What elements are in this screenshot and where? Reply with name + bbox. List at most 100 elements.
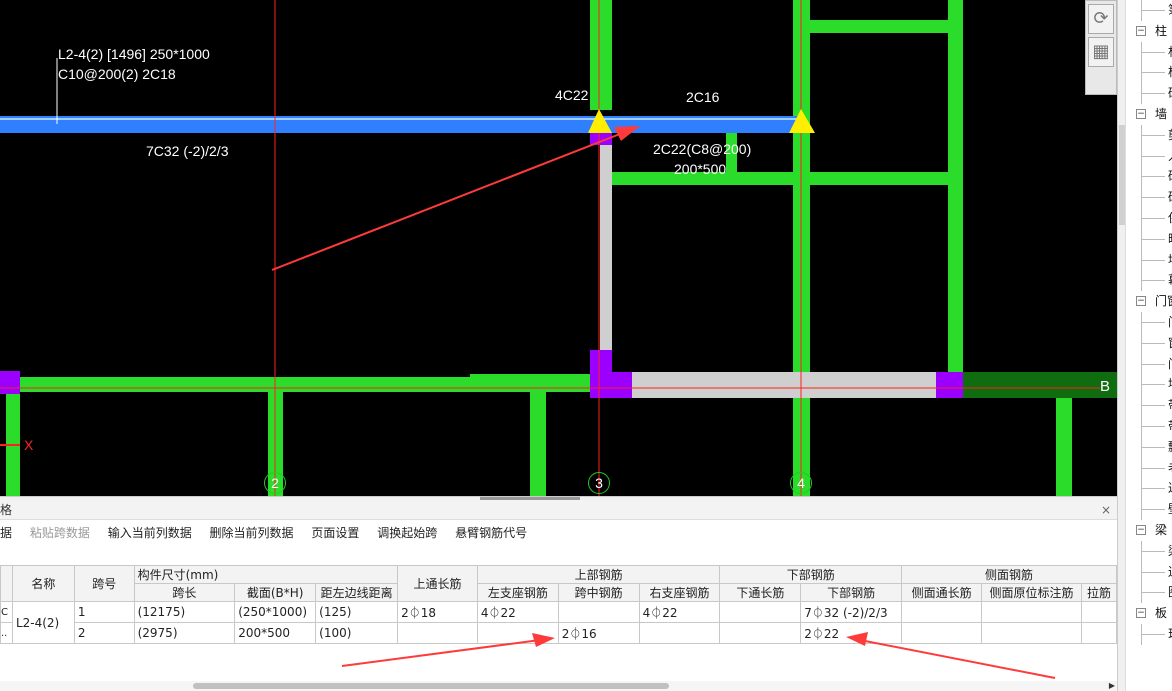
tree-item-label: 墙 [1168,250,1172,270]
grid-view-icon[interactable]: ▦ [1088,37,1114,67]
tree-item-label: 人 [1168,146,1172,166]
tree-group-label: 板 [1155,606,1168,621]
tree-scrollbar[interactable] [1118,0,1126,691]
wall-bottom-left-top [470,374,590,380]
tree-connector [1141,72,1165,74]
tree-item-label: 带 [1168,395,1172,415]
wall-mid-stub [530,392,546,496]
component-tree-panel: 箓−柱杜构砧−墙剪人砧砧保暗墙幕−门窗门窗门墙带带飘老过壁−梁梁连圈−板现 [1117,0,1172,691]
tree-item-label: 墙 [1168,374,1172,394]
tree-item-label: 壁 [1168,499,1172,519]
tree-item[interactable]: 砧 [1128,83,1172,105]
red-arrow-mid-span [341,639,541,667]
horizontal-scrollbar[interactable]: ▶ [0,681,1117,691]
tree-item[interactable]: 连 [1128,561,1172,583]
tree-item[interactable]: 飘 [1128,436,1172,458]
tree-item-label: 梁 [1168,541,1172,561]
tree-connector [1141,10,1165,11]
tree-item-label: 构 [1168,62,1172,82]
tree-item[interactable]: 带 [1128,415,1172,437]
red-arrow-head [614,126,640,141]
tree-item[interactable]: 剪 [1128,124,1172,146]
wall-middle-bar [603,172,948,185]
tree-item[interactable]: 窗 [1128,332,1172,354]
tree-connector [1141,467,1165,469]
red-arrow-bottom [859,639,1056,679]
wall-right-stub [1056,386,1072,496]
tree-item[interactable]: 箓 [1128,0,1172,21]
tree-group[interactable]: − 板 [1128,603,1172,624]
tree-item[interactable]: 砧 [1128,187,1172,209]
tree-item-label: 砧 [1168,83,1172,103]
selected-beam-highlight [0,118,800,120]
drawing-canvas[interactable]: L2-4(2) [1496] 250*1000 C10@200(2) 2C18 … [0,0,1117,496]
tree-item[interactable]: 杜 [1128,41,1172,63]
axis-bubble-4: 4 [790,472,812,494]
tree-item[interactable]: 砧 [1128,166,1172,188]
tree-item[interactable]: 现 [1128,623,1172,645]
tree-item[interactable]: 圈 [1128,582,1172,604]
tree-group[interactable]: − 梁 [1128,520,1172,541]
dark-green-beam[interactable] [963,372,1117,398]
grey-beam-vertical[interactable] [600,133,612,371]
tree-item[interactable]: 构 [1128,62,1172,84]
tree-connector [1141,342,1165,344]
tree-connector [1141,509,1165,511]
x-axis-label: X [24,437,34,453]
collapse-icon[interactable]: − [1136,25,1146,36]
tree-connector [1141,488,1165,490]
wall-axis3-upper[interactable] [590,0,612,110]
tree-item[interactable]: 门 [1128,311,1172,333]
tree-item-label: 幕 [1168,270,1172,290]
tree-group[interactable]: − 墙 [1128,104,1172,125]
tree-item-label: 窗 [1168,333,1172,353]
column-axis3-ext [612,372,632,398]
scrollbar-thumb[interactable] [193,683,669,689]
annotation-arrows [341,632,1056,679]
tree-item[interactable]: 幕 [1128,270,1172,292]
rotate-icon[interactable]: ⟳ [1088,4,1114,34]
view-toolbar: ⟳ ▦ [1085,0,1117,95]
column-left[interactable] [0,371,20,394]
tree-connector [1141,51,1165,53]
tree-connector [1141,217,1165,219]
collapse-icon[interactable]: − [1136,524,1146,535]
rebar-table-panel: 格 × 据 粘贴跨数据 输入当前列数据 删除当前列数据 页面设置 调换起始跨 悬… [0,500,1118,691]
span2-label-line1: 2C22(C8@200) [653,141,752,157]
column-axis3[interactable] [590,350,612,398]
tree-item-label: 砧 [1168,166,1172,186]
tree-item[interactable]: 过 [1128,478,1172,500]
wall-right[interactable] [948,0,963,372]
wall-upper-bar [810,20,948,33]
tree-item[interactable]: 墙 [1128,249,1172,271]
left-support-label: 4C22 [555,87,589,103]
grey-beam-horizontal[interactable] [612,372,936,398]
tree-group[interactable]: −门窗 [1128,291,1172,312]
collapse-icon[interactable]: − [1136,608,1146,619]
tree-item[interactable]: 保 [1128,207,1172,229]
tree-group-label: 柱 [1155,23,1168,38]
tree-scrollbar-thumb[interactable] [1119,125,1125,225]
collapse-icon[interactable]: − [1136,108,1146,119]
tree-connector [1141,93,1165,95]
column-right[interactable] [936,372,963,398]
tree-item[interactable]: 墙 [1128,374,1172,396]
tree-group[interactable]: − 柱 [1128,21,1172,42]
tree-item[interactable]: 人 [1128,145,1172,167]
tree-connector [1141,363,1165,365]
tree-item[interactable]: 门 [1128,353,1172,375]
tree-item-label: 门 [1168,354,1172,374]
collapse-icon[interactable]: − [1136,296,1146,307]
tree-item[interactable]: 老 [1128,457,1172,479]
tree-item[interactable]: 梁 [1128,540,1172,562]
tree-item-label: 暗 [1168,229,1172,249]
tree-item[interactable]: 带 [1128,395,1172,417]
tree-item[interactable]: 壁 [1128,499,1172,521]
beam-annotation-line1: L2-4(2) [1496] 250*1000 [58,46,210,62]
beam-annotation-line2: C10@200(2) 2C18 [58,66,176,82]
axis-bubble-2: 2 [264,472,286,494]
scroll-right-icon[interactable]: ▶ [1109,681,1115,690]
tree-connector [1141,176,1165,178]
tree-item[interactable]: 暗 [1128,228,1172,250]
tree-connector [1141,280,1165,282]
